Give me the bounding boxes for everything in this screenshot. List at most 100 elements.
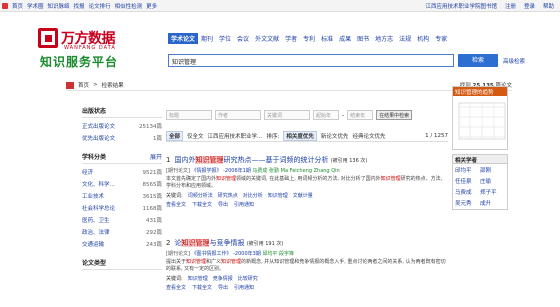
source-link[interactable]: 《情报学报》 <box>192 168 222 174</box>
year-to-input[interactable]: 结束年 <box>347 110 374 120</box>
expand-link[interactable]: 展开 <box>150 152 162 161</box>
view-fulltext-link[interactable]: 查看全文 <box>166 284 186 291</box>
scholar-link[interactable]: 吴元秀 <box>455 199 480 207</box>
keyword-link[interactable]: 研究热点 <box>218 192 238 199</box>
author-link[interactable]: 段宇锋 <box>279 251 294 257</box>
result-title[interactable]: 2 论知识管理与竞争情报 (被引用 191 次) <box>166 238 448 248</box>
title-text[interactable]: 研究热点——基于词频的统计分析 <box>223 156 328 164</box>
keyword-filter-input[interactable]: 关键词 <box>264 110 310 120</box>
title-filter-input[interactable]: 标题 <box>166 110 212 120</box>
keyword-link[interactable]: 知识管理 <box>268 192 288 199</box>
tab-laws[interactable]: 法规 <box>396 33 414 44</box>
scholar-link[interactable]: 任佳泉 <box>455 177 480 185</box>
tab-papers[interactable]: 学术论文 <box>168 33 199 44</box>
help-link[interactable]: 帮助 <box>543 2 554 10</box>
scholar-link[interactable]: 马费成 <box>455 188 480 196</box>
tab-achievements[interactable]: 成果 <box>336 33 354 44</box>
author-link[interactable]: Ma Feicheng <box>281 168 312 174</box>
author-link[interactable]: 马费成 <box>252 168 267 174</box>
author-link[interactable]: Zhang Qin <box>314 168 340 174</box>
tab-standards[interactable]: 标准 <box>318 33 336 44</box>
title-text[interactable]: 与竞争情报 <box>209 239 244 247</box>
keyword-link[interactable]: 知识管理 <box>188 275 208 282</box>
citation-alert-link[interactable]: 引用通知 <box>234 201 254 208</box>
keyword-link[interactable]: 词频分析法 <box>188 192 213 199</box>
scholar-link[interactable]: 成升 <box>480 199 505 207</box>
register-link[interactable]: 注册 <box>505 2 516 10</box>
facet-item[interactable]: 正式出版论文 25134篇 <box>82 120 162 132</box>
title-highlight[interactable]: 知识管理 <box>181 239 210 247</box>
institution-link[interactable]: 江西应用技术职业学院图书馆 <box>425 2 497 10</box>
title-text[interactable]: 国内外 <box>174 156 195 164</box>
download-link[interactable]: 下载全文 <box>192 201 212 208</box>
advanced-search-link[interactable]: 高级检索 <box>503 57 525 65</box>
tab-conferences[interactable]: 会议 <box>234 33 252 44</box>
citation-alert-link[interactable]: 引用通知 <box>234 284 254 291</box>
author-link[interactable]: 张勤 <box>269 168 279 174</box>
top-nav-item[interactable]: 找报 <box>74 2 85 10</box>
facet-item[interactable]: 优先出版论文 1篇 <box>82 132 162 144</box>
facet-item[interactable]: 社会科学总论 1168篇 <box>82 202 162 214</box>
top-nav-item[interactable]: 论文排行 <box>89 2 111 10</box>
facet-label[interactable]: 医药、卫生 <box>82 216 110 224</box>
scholar-link[interactable]: 邱均平 <box>455 166 480 174</box>
sort-newest[interactable]: 新论文优先 <box>321 132 349 140</box>
tab-scholars[interactable]: 学者 <box>282 33 300 44</box>
filter-full-text[interactable]: 仅全文 <box>187 132 204 140</box>
scholar-link[interactable]: 庄瑜 <box>480 177 505 185</box>
tab-degrees[interactable]: 学位 <box>216 33 234 44</box>
issue-link[interactable]: -2000年3期 <box>233 251 261 257</box>
facet-label[interactable]: 经济 <box>82 168 93 176</box>
keyword-link[interactable]: 对比分析 <box>243 192 263 199</box>
facet-label[interactable]: 正式出版论文 <box>82 122 115 130</box>
result-title[interactable]: 1 国内外知识管理研究热点——基于词频的统计分析 (被引用 136 次) <box>166 155 448 165</box>
scholar-link[interactable]: 郑子平 <box>480 188 505 196</box>
sort-relevance[interactable]: 相关度优先 <box>283 131 317 141</box>
home-icon[interactable] <box>2 2 8 9</box>
top-nav-item[interactable]: 知识脉络 <box>48 2 70 10</box>
view-fulltext-link[interactable]: 查看全文 <box>166 201 186 208</box>
facet-label[interactable]: 优先出版论文 <box>82 134 115 142</box>
keyword-link[interactable]: 文献计量 <box>293 192 313 199</box>
author-filter-input[interactable]: 作者 <box>215 110 261 120</box>
facet-item[interactable]: 文化、科学… 8565篇 <box>82 178 162 190</box>
facet-label[interactable]: 文化、科学… <box>82 180 115 188</box>
facet-label[interactable]: 社会科学总论 <box>82 204 115 212</box>
tab-patents[interactable]: 专利 <box>300 33 318 44</box>
keyword-link[interactable]: 比较研究 <box>238 275 258 282</box>
facet-item[interactable]: 工业技术 3615篇 <box>82 190 162 202</box>
search-input[interactable]: 知识管理 <box>168 54 454 67</box>
filter-institution[interactable]: 江西应用技术职业学… <box>208 132 263 140</box>
tab-books[interactable]: 图书 <box>354 33 372 44</box>
top-nav-item[interactable]: 相似性检测 <box>115 2 143 10</box>
source-link[interactable]: 《图书情报工作》 <box>192 251 232 257</box>
facet-item[interactable]: 经济 9521篇 <box>82 166 162 178</box>
title-highlight[interactable]: 知识管理 <box>195 156 224 164</box>
download-link[interactable]: 下载全文 <box>192 284 212 291</box>
issue-link[interactable]: -2006年1期 <box>223 168 251 174</box>
keyword-link[interactable]: 竞争情报 <box>213 275 233 282</box>
facet-label[interactable]: 政治、法律 <box>82 228 110 236</box>
tab-journals[interactable]: 期刊 <box>198 33 216 44</box>
tab-institutions[interactable]: 机构 <box>414 33 432 44</box>
filter-all[interactable]: 全部 <box>166 131 184 141</box>
top-nav-item[interactable]: 更多 <box>146 2 157 10</box>
year-from-input[interactable]: 起始年 <box>313 110 339 120</box>
login-link[interactable]: 登录 <box>524 2 535 10</box>
search-button[interactable]: 检索 <box>458 54 498 67</box>
author-link[interactable]: 邱均平 <box>262 251 277 257</box>
scholar-link[interactable]: 邵刚 <box>480 166 505 174</box>
facet-label[interactable]: 工业技术 <box>82 192 104 200</box>
breadcrumb-home[interactable]: 首页 <box>78 81 89 89</box>
facet-label[interactable]: 交通运输 <box>82 240 104 248</box>
top-nav-item[interactable]: 学术圈 <box>27 2 44 10</box>
facet-item[interactable]: 政治、法律 292篇 <box>82 226 162 238</box>
facet-item[interactable]: 交通运输 243篇 <box>82 238 162 250</box>
facet-item[interactable]: 医药、卫生 431篇 <box>82 214 162 226</box>
export-link[interactable]: 导出 <box>218 201 228 208</box>
tab-experts[interactable]: 专家 <box>432 33 450 44</box>
sort-classic[interactable]: 经典论文优先 <box>352 132 385 140</box>
export-link[interactable]: 导出 <box>218 284 228 291</box>
refine-search-button[interactable]: 在结果中检索 <box>376 110 413 120</box>
top-nav-item[interactable]: 首页 <box>12 2 23 10</box>
